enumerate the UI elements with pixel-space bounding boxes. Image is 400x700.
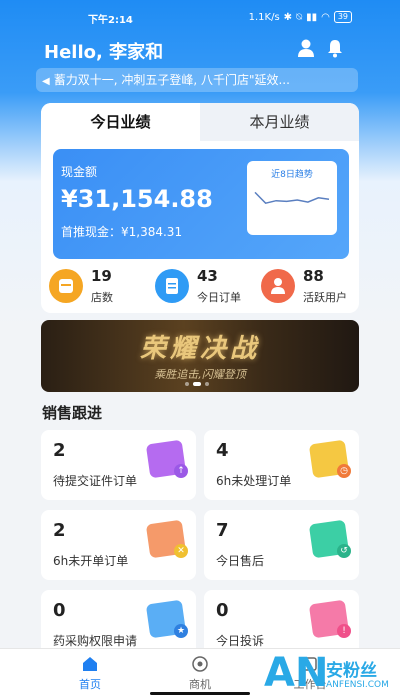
tile-label: 药采购权限申请 <box>53 634 138 648</box>
tile-label: 待提交证件订单 <box>53 474 138 488</box>
announcement-text: 蓄力双十一, 冲刺五子登峰, 八千门店"延效... <box>53 73 290 87</box>
performance-card: 今日业绩 本月业绩 现金额 ¥31,154.88 首推现金：¥1,384.31 … <box>41 103 359 313</box>
tile-unbilled-6h[interactable]: 2 6h未开单订单 ✕ <box>41 510 196 580</box>
nav-opportunities-label: 商机 <box>189 678 211 691</box>
trend-chart[interactable]: 近8日趋势 <box>247 161 337 235</box>
tab-today[interactable]: 今日业绩 <box>41 103 200 141</box>
app-header: Hello, 李家和 <box>0 36 400 64</box>
network-speed: 1.1K/s <box>248 11 280 23</box>
carousel-dots <box>185 382 209 386</box>
stat-users-value: 88 <box>303 267 324 285</box>
promo-banner[interactable]: 荣耀决战 乘胜追击,闪耀登顶 <box>41 320 359 392</box>
user-icon <box>261 269 295 303</box>
stats-row: 19 店数 43 今日订单 88 活跃用户 <box>49 265 359 309</box>
alert-badge-icon: ! <box>337 624 351 638</box>
notification-bell-icon[interactable] <box>325 38 347 60</box>
refresh-badge-icon: ↺ <box>337 544 351 558</box>
section-title: 销售跟进 <box>42 404 103 422</box>
banner-subtitle: 乘胜追击,闪耀登顶 <box>154 368 246 381</box>
stat-orders-label: 今日订单 <box>197 291 241 304</box>
store-icon <box>49 269 83 303</box>
greeting-title: Hello, 李家和 <box>44 42 164 63</box>
trend-line <box>254 191 330 205</box>
trend-label: 近8日趋势 <box>271 170 313 180</box>
tile-label: 6h未开单订单 <box>53 554 129 568</box>
watermark-cn: 安粉丝 <box>326 661 377 681</box>
compass-icon <box>192 656 208 672</box>
nav-home[interactable]: 首页 <box>60 655 120 692</box>
tile-value: 0 <box>53 600 66 621</box>
tab-month[interactable]: 本月业绩 <box>200 103 359 141</box>
tile-value: 7 <box>216 520 229 541</box>
watermark-logo: AN 安粉丝 ANFENSI.COM <box>264 650 394 696</box>
tile-label: 6h未处理订单 <box>216 474 292 488</box>
stat-stores-value: 19 <box>91 267 112 285</box>
tile-after-sales[interactable]: 7 今日售后 ↺ <box>204 510 359 580</box>
tile-label: 今日投诉 <box>216 634 265 648</box>
tile-unprocessed-6h[interactable]: 4 6h未处理订单 ◷ <box>204 430 359 500</box>
trend-sparkline <box>254 191 330 205</box>
tile-value: 4 <box>216 440 229 461</box>
stat-users-label: 活跃用户 <box>303 291 347 304</box>
clock-badge-icon: ◷ <box>337 464 351 478</box>
banner-title: 荣耀决战 <box>139 334 260 364</box>
upload-badge-icon: ↑ <box>174 464 188 478</box>
tile-value: 2 <box>53 520 66 541</box>
performance-tabs: 今日业绩 本月业绩 <box>41 103 359 141</box>
cancel-badge-icon: ✕ <box>174 544 188 558</box>
battery-icon: 39 <box>333 11 352 23</box>
stat-stores-label: 店数 <box>91 291 113 304</box>
star-badge-icon: ★ <box>174 624 188 638</box>
tile-value: 0 <box>216 600 229 621</box>
status-time: 下午2:14 <box>88 15 133 26</box>
cash-label: 现金额 <box>61 165 98 179</box>
clipboard-icon <box>155 269 189 303</box>
home-icon <box>83 657 97 671</box>
announcement-bar[interactable]: ◀ 蓄力双十一, 冲刺五子登峰, 八千门店"延效... <box>36 68 358 92</box>
cash-amount: ¥31,154.88 <box>61 185 213 213</box>
user-profile-icon[interactable] <box>296 38 318 60</box>
tile-label: 今日售后 <box>216 554 265 568</box>
first-push-cash: 首推现金：¥1,384.31 <box>61 225 183 239</box>
nav-home-label: 首页 <box>79 678 101 691</box>
wifi-icon: ◠ <box>321 11 330 23</box>
tile-pending-docs[interactable]: 2 待提交证件订单 ↑ <box>41 430 196 500</box>
cash-summary[interactable]: 现金额 ¥31,154.88 首推现金：¥1,384.31 近8日趋势 <box>53 149 349 259</box>
nav-opportunities[interactable]: 商机 <box>170 655 230 692</box>
signal-icon: ▮▮ <box>306 11 318 23</box>
bluetooth-icon: ✱ <box>283 11 293 23</box>
watermark-en: ANFENSI.COM <box>326 680 389 690</box>
stat-orders-value: 43 <box>197 267 218 285</box>
home-indicator <box>150 692 250 695</box>
status-bar: 下午2:14 1.1K/s ✱ ⍉ ▮▮ ◠ 39 <box>0 0 400 34</box>
watermark-an: AN <box>264 650 329 696</box>
tile-value: 2 <box>53 440 66 461</box>
mute-icon: ⍉ <box>296 11 303 23</box>
speaker-icon: ◀ <box>42 76 50 87</box>
